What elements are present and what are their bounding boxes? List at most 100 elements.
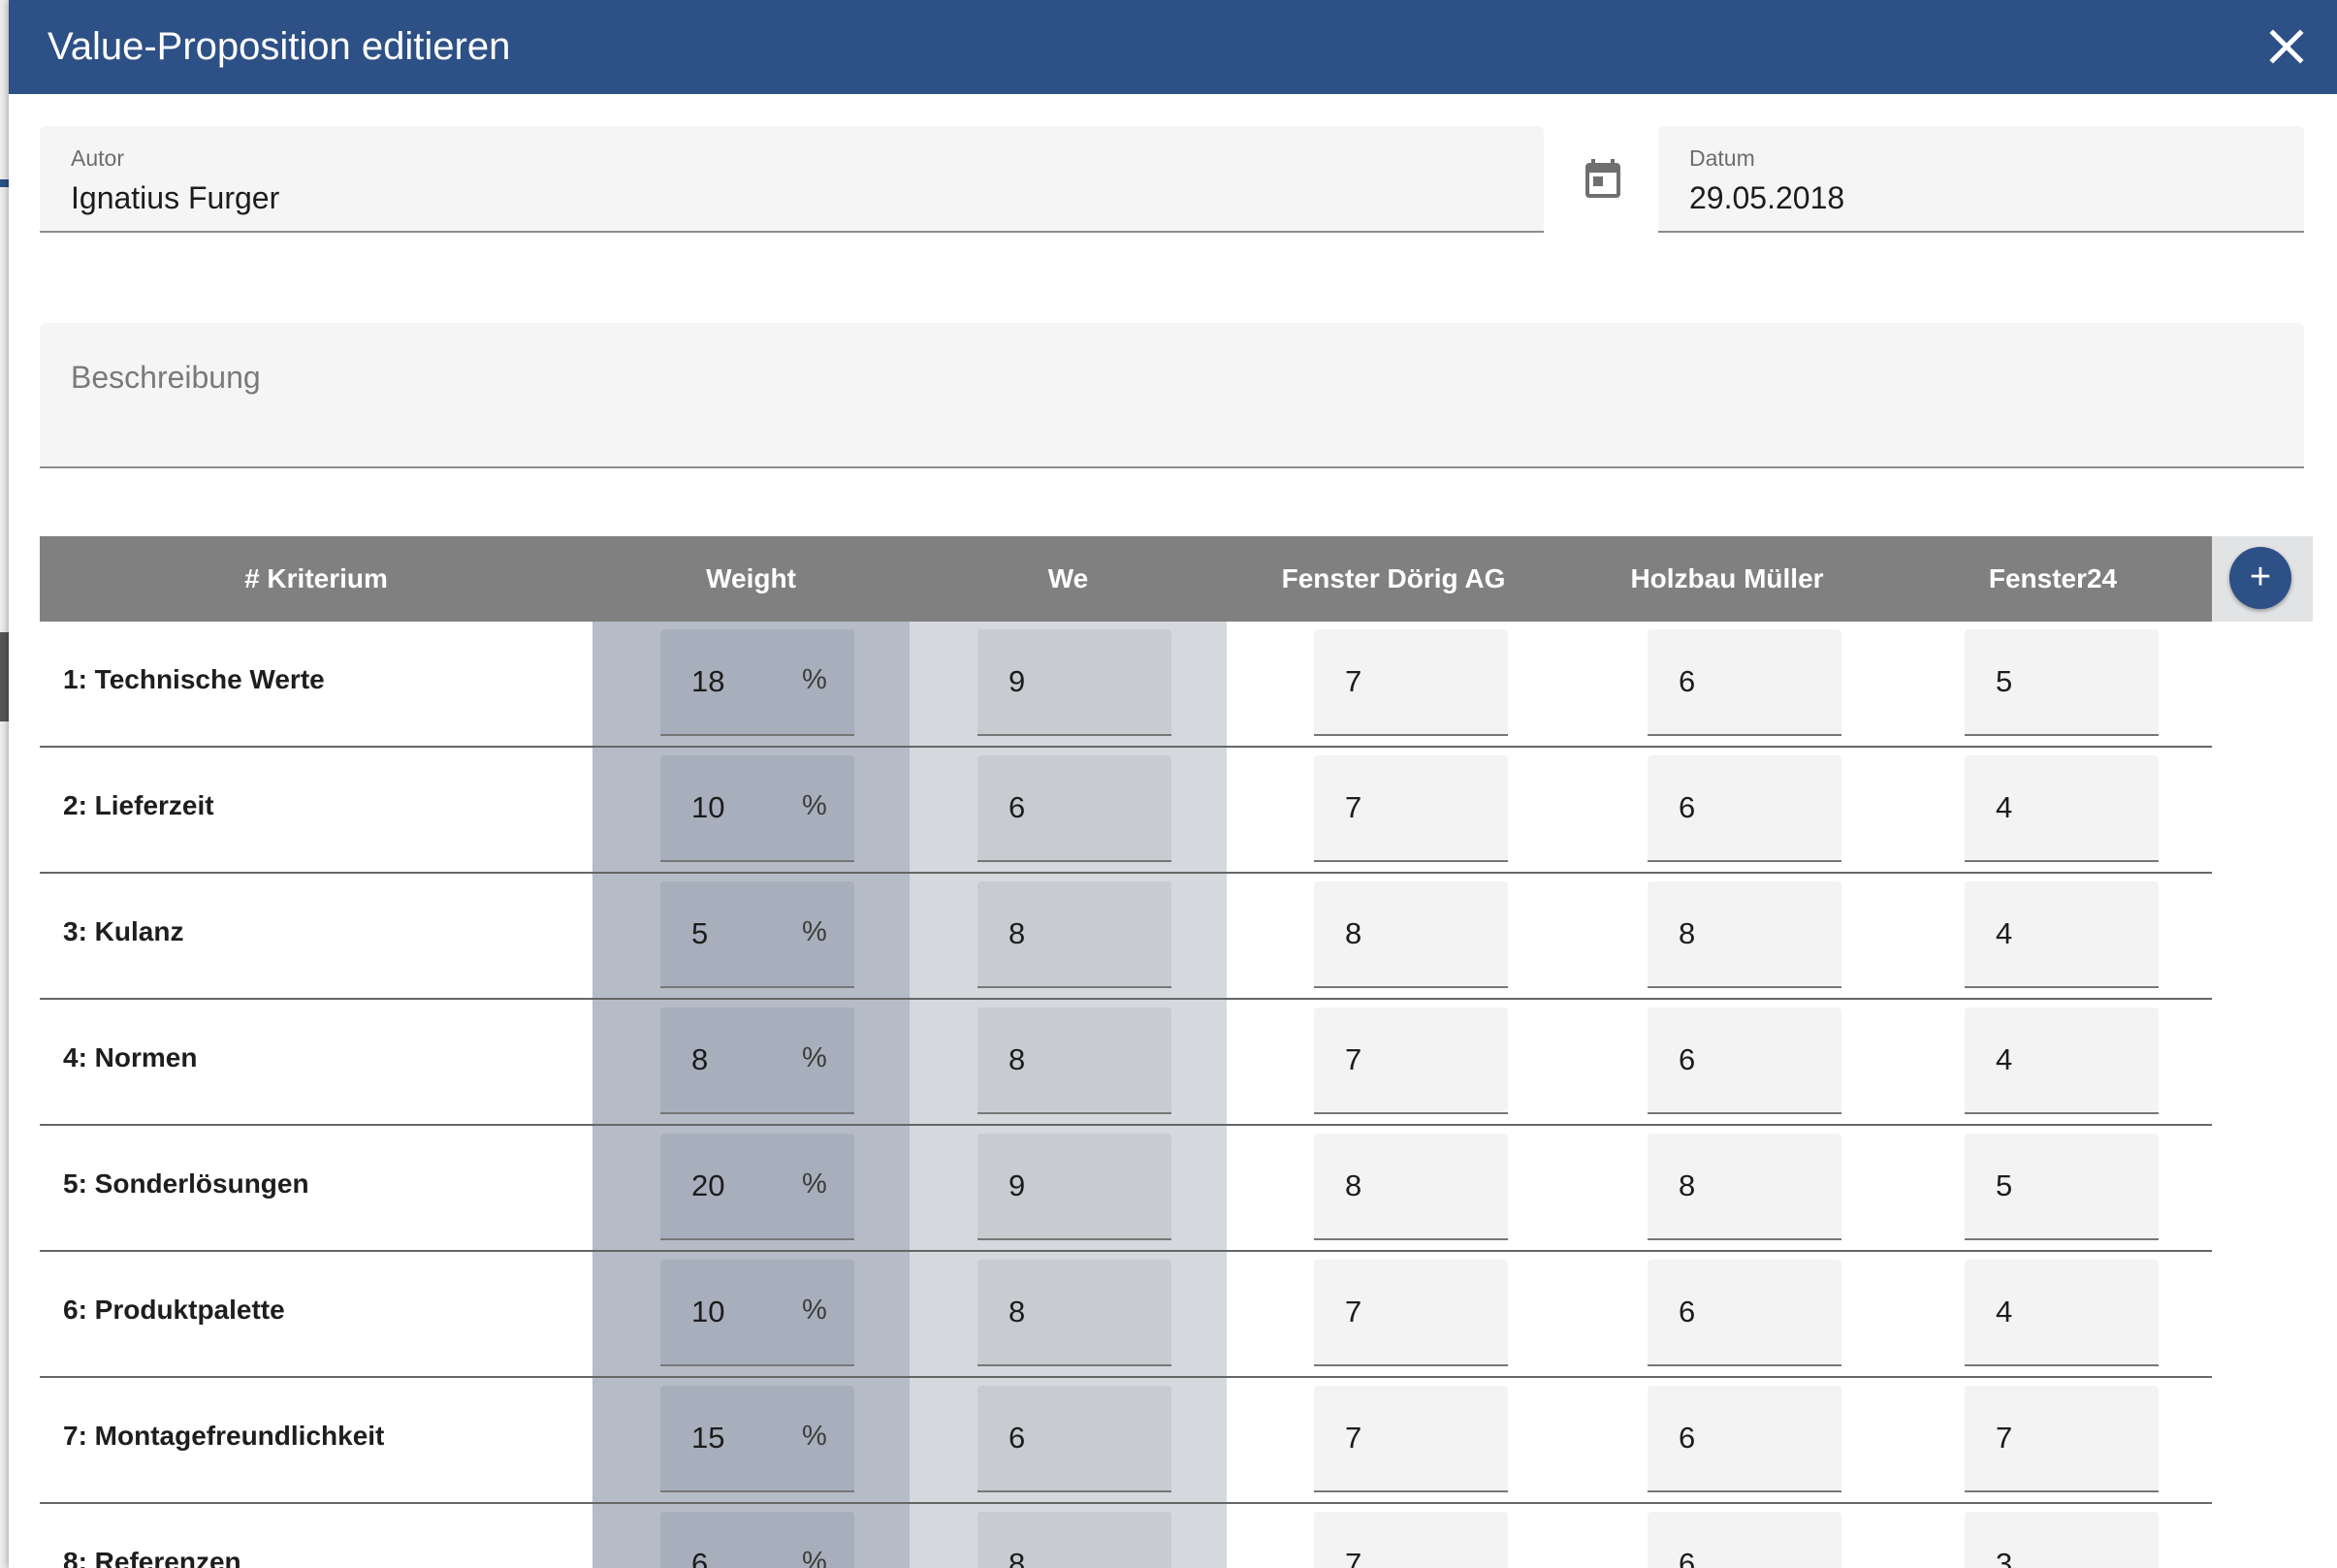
competitor-1-input-value: 7 — [1345, 790, 1362, 824]
we-input[interactable]: 6 — [977, 755, 1171, 862]
we-input[interactable]: 8 — [977, 881, 1171, 988]
competitor-3-input-value: 4 — [1996, 1295, 2013, 1328]
header-competitor-1: Fenster Dörig AG — [1281, 563, 1506, 593]
competitor-3-input-value: 4 — [1996, 916, 2013, 950]
competitor-2-input[interactable]: 8 — [1648, 881, 1841, 988]
percent-suffix: % — [802, 1421, 827, 1452]
competitor-2-input[interactable]: 6 — [1648, 1386, 1841, 1492]
competitor-2-input[interactable]: 8 — [1648, 1134, 1841, 1240]
competitor-2-input[interactable]: 6 — [1648, 1008, 1841, 1114]
competitor-2-input[interactable]: 6 — [1648, 629, 1841, 736]
we-input[interactable]: 8 — [977, 1512, 1171, 1568]
dialog-title: Value-Proposition editieren — [48, 25, 511, 68]
competitor-3-input-value: 5 — [1996, 664, 2013, 698]
competitor-3-input-value: 4 — [1996, 790, 2013, 824]
weight-input-value: 15 — [691, 1421, 725, 1455]
competitor-3-input-value: 3 — [1996, 1547, 2013, 1568]
we-input[interactable]: 9 — [977, 629, 1171, 736]
author-field[interactable]: Autor Ignatius Furger — [40, 126, 1544, 233]
competitor-2-input-value: 6 — [1679, 664, 1696, 698]
table-row: 7: Montagefreundlichkeit 15% 6 7 6 7 — [40, 1378, 2212, 1504]
criterion-label: 3: Kulanz — [63, 916, 184, 946]
competitor-3-input-value: 4 — [1996, 1042, 2013, 1076]
we-input[interactable]: 6 — [977, 1386, 1171, 1492]
dialog-header: Value-Proposition editieren — [9, 0, 2337, 94]
criterion-label: 7: Montagefreundlichkeit — [63, 1421, 385, 1451]
close-button[interactable] — [2259, 19, 2314, 74]
competitor-3-input[interactable]: 4 — [1965, 755, 2159, 862]
we-input[interactable]: 9 — [977, 1134, 1171, 1240]
competitor-1-input[interactable]: 7 — [1314, 1386, 1508, 1492]
percent-suffix: % — [802, 1168, 827, 1200]
competitor-3-input[interactable]: 4 — [1965, 881, 2159, 988]
table-header: # Kriterium Weight We Fenster Dörig AG H… — [40, 536, 2212, 622]
competitor-3-input[interactable]: 4 — [1965, 1260, 2159, 1366]
table-row: 3: Kulanz 5% 8 8 8 4 — [40, 874, 2212, 1000]
competitor-1-input[interactable]: 7 — [1314, 755, 1508, 862]
competitor-1-input[interactable]: 7 — [1314, 1512, 1508, 1568]
competitor-1-input-value: 8 — [1345, 916, 1362, 950]
competitor-1-input[interactable]: 7 — [1314, 629, 1508, 736]
competitor-1-input[interactable]: 7 — [1314, 1260, 1508, 1366]
table-row: 2: Lieferzeit 10% 6 7 6 4 — [40, 748, 2212, 874]
criterion-label: 2: Lieferzeit — [63, 790, 214, 820]
weight-input[interactable]: 5% — [660, 881, 854, 988]
competitor-1-input-value: 8 — [1345, 1168, 1362, 1202]
competitor-2-input-value: 6 — [1679, 1042, 1696, 1076]
competitor-3-input[interactable]: 3 — [1965, 1512, 2159, 1568]
table-row: 5: Sonderlösungen 20% 9 8 8 5 — [40, 1126, 2212, 1252]
competitor-3-input-value: 7 — [1996, 1421, 2013, 1455]
competitor-2-input-value: 6 — [1679, 1547, 1696, 1568]
competitor-1-input[interactable]: 8 — [1314, 881, 1508, 988]
competitor-2-input[interactable]: 6 — [1648, 1512, 1841, 1568]
header-competitor-2: Holzbau Müller — [1630, 563, 1824, 593]
we-input-value: 6 — [1008, 1421, 1026, 1455]
weight-input-value: 10 — [691, 790, 725, 824]
competitor-1-input[interactable]: 8 — [1314, 1134, 1508, 1240]
percent-suffix: % — [802, 916, 827, 947]
weight-input-value: 20 — [691, 1168, 725, 1202]
calendar-icon — [1585, 159, 1620, 198]
we-input-value: 8 — [1008, 1547, 1026, 1568]
weight-input-value: 18 — [691, 664, 725, 698]
add-column-button[interactable]: + — [2229, 547, 2291, 609]
weight-input[interactable]: 10% — [660, 755, 854, 862]
competitor-1-input[interactable]: 7 — [1314, 1008, 1508, 1114]
competitor-3-input[interactable]: 5 — [1965, 629, 2159, 736]
competitor-2-input-value: 6 — [1679, 1295, 1696, 1328]
weight-input[interactable]: 6% — [660, 1512, 854, 1568]
criterion-label: 4: Normen — [63, 1042, 198, 1072]
competitor-2-input-value: 6 — [1679, 790, 1696, 824]
author-value[interactable]: Ignatius Furger — [71, 180, 279, 216]
header-criterion: # Kriterium — [244, 563, 388, 593]
competitor-2-input[interactable]: 6 — [1648, 1260, 1841, 1366]
competitor-1-input-value: 7 — [1345, 1042, 1362, 1076]
competitor-2-input-value: 8 — [1679, 916, 1696, 950]
we-input[interactable]: 8 — [977, 1008, 1171, 1114]
header-weight: Weight — [706, 563, 796, 593]
date-field[interactable]: Datum 29.05.2018 — [1658, 126, 2304, 233]
competitor-2-input-value: 8 — [1679, 1168, 1696, 1202]
competitor-3-input[interactable]: 5 — [1965, 1134, 2159, 1240]
competitor-3-input[interactable]: 7 — [1965, 1386, 2159, 1492]
we-input-value: 9 — [1008, 1168, 1026, 1202]
weight-input[interactable]: 18% — [660, 629, 854, 736]
table-row: 4: Normen 8% 8 7 6 4 — [40, 1000, 2212, 1126]
percent-suffix: % — [802, 1295, 827, 1326]
date-value[interactable]: 29.05.2018 — [1689, 180, 1844, 216]
percent-suffix: % — [802, 1042, 827, 1073]
competitor-1-input-value: 7 — [1345, 664, 1362, 698]
date-label: Datum — [1689, 145, 1755, 171]
percent-suffix: % — [802, 664, 827, 695]
we-input[interactable]: 8 — [977, 1260, 1171, 1366]
weight-input[interactable]: 20% — [660, 1134, 854, 1240]
weight-input[interactable]: 10% — [660, 1260, 854, 1366]
percent-suffix: % — [802, 1547, 827, 1568]
datepicker-toggle[interactable] — [1580, 155, 1626, 202]
weight-input[interactable]: 8% — [660, 1008, 854, 1114]
criterion-label: 8: Referenzen — [63, 1547, 241, 1568]
competitor-2-input[interactable]: 6 — [1648, 755, 1841, 862]
competitor-3-input[interactable]: 4 — [1965, 1008, 2159, 1114]
description-field[interactable]: Beschreibung — [40, 323, 2304, 468]
weight-input[interactable]: 15% — [660, 1386, 854, 1492]
